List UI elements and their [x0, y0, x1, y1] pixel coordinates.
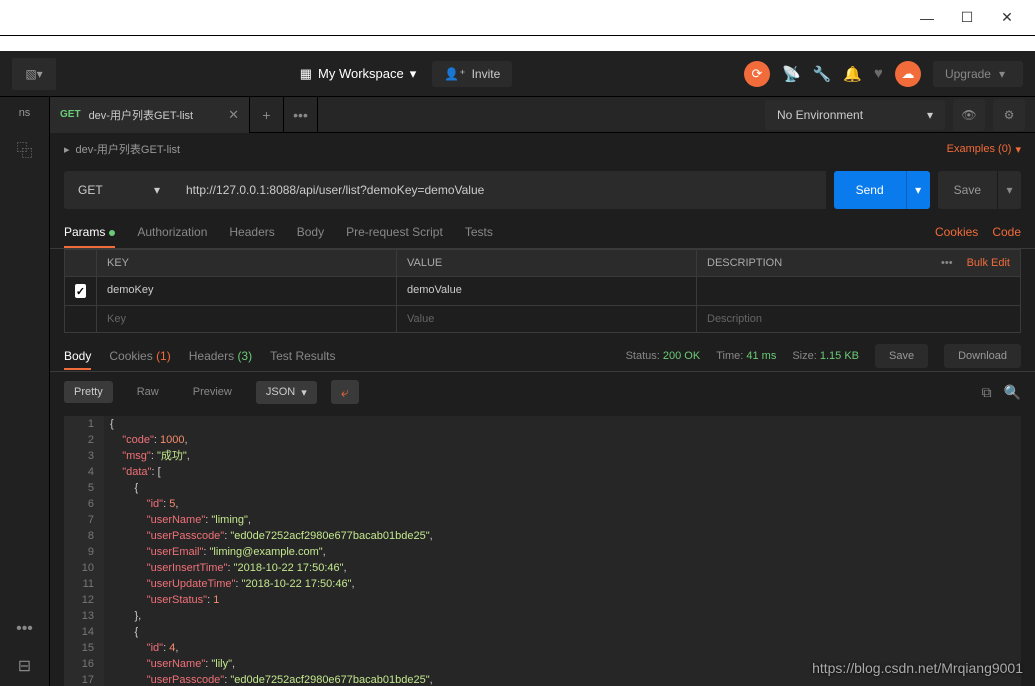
wrap-icon[interactable]: ⤶: [331, 380, 359, 404]
grid-icon: ▦: [300, 66, 312, 82]
params-table: KEY VALUE DESCRIPTION ••• Bulk Edit ✓ de…: [64, 249, 1021, 333]
search-icon[interactable]: 🔍: [1004, 384, 1021, 401]
col-description: DESCRIPTION: [707, 257, 782, 269]
workspace-selector[interactable]: ▦ My Workspace ▾: [288, 60, 429, 88]
param-value-input[interactable]: Value: [397, 306, 697, 332]
time-value: 41 ms: [746, 350, 776, 362]
plus-tab-icon: ▧▾: [25, 67, 42, 81]
environment-select[interactable]: No Environment ▾: [765, 100, 945, 130]
param-desc-input[interactable]: Description: [697, 306, 1020, 332]
window-titlebar: — ☐ ✕: [0, 0, 1035, 36]
code-link[interactable]: Code: [992, 225, 1021, 239]
table-row-new[interactable]: Key Value Description: [65, 306, 1020, 332]
new-dropdown[interactable]: ▧▾: [12, 58, 56, 90]
param-desc[interactable]: [697, 277, 1020, 305]
upgrade-button[interactable]: Upgrade ▾: [933, 61, 1023, 87]
view-row: Pretty Raw Preview JSON▾ ⤶ ⧉ 🔍: [50, 371, 1035, 412]
sync-icon[interactable]: ⟳: [744, 61, 770, 87]
watermark: https://blog.csdn.net/Mrqiang9001: [812, 660, 1023, 676]
download-button[interactable]: Download: [944, 344, 1021, 368]
resp-tab-body[interactable]: Body: [64, 343, 91, 369]
chevron-down-icon: ▾: [410, 66, 417, 82]
size-value: 1.15 KB: [820, 350, 859, 362]
view-raw[interactable]: Raw: [127, 381, 169, 403]
cookies-link[interactable]: Cookies: [935, 225, 978, 239]
tab-more-button[interactable]: •••: [284, 97, 318, 133]
more-icon[interactable]: •••: [941, 257, 953, 269]
topbar: ▧▾ ▦ My Workspace ▾ 👤⁺ Invite ⟳ 📡 🔧 🔔 ♥ …: [0, 51, 1035, 97]
request-tab[interactable]: GET dev-用户列表GET-list ✕: [50, 97, 250, 133]
status-value: 200 OK: [663, 350, 700, 362]
param-value[interactable]: demoValue: [397, 277, 697, 305]
format-select[interactable]: JSON▾: [256, 381, 317, 404]
examples-link[interactable]: Examples (0) ▾: [947, 143, 1021, 156]
method-select[interactable]: GET ▾: [64, 171, 174, 209]
param-key-input[interactable]: Key: [97, 306, 397, 332]
send-button[interactable]: Send: [834, 171, 906, 209]
tab-tests[interactable]: Tests: [465, 217, 493, 247]
view-preview[interactable]: Preview: [183, 381, 242, 403]
close-window-button[interactable]: ✕: [987, 4, 1027, 32]
minimize-button[interactable]: —: [907, 4, 947, 32]
tab-authorization[interactable]: Authorization: [137, 217, 207, 247]
settings-icon[interactable]: ⚙: [993, 99, 1025, 131]
save-dropdown[interactable]: ▾: [997, 171, 1021, 209]
tab-name: dev-用户列表GET-list: [89, 107, 194, 123]
chevron-down-icon: ▾: [1015, 143, 1021, 156]
save-button[interactable]: Save: [938, 171, 997, 209]
add-tab-button[interactable]: +: [250, 97, 284, 133]
sidebar: ns ⿻ ••• ⊟: [0, 97, 50, 686]
chevron-down-icon: ▾: [154, 183, 160, 197]
table-row[interactable]: ✓ demoKey demoValue: [65, 277, 1020, 306]
row-checkbox[interactable]: ✓: [75, 284, 86, 298]
col-value: VALUE: [397, 250, 697, 276]
tab-prerequest[interactable]: Pre-request Script: [346, 217, 443, 247]
tab-body[interactable]: Body: [297, 217, 324, 247]
tab-headers[interactable]: Headers: [229, 217, 274, 247]
resp-tab-headers[interactable]: Headers (3): [189, 343, 252, 369]
tabs-row: GET dev-用户列表GET-list ✕ + ••• No Environm…: [50, 97, 1035, 133]
response-body[interactable]: 1{2 "code": 1000,3 "msg": "成功",4 "data":…: [64, 416, 1021, 686]
chevron-down-icon: ▾: [927, 108, 933, 122]
tab-params[interactable]: Params: [64, 217, 115, 247]
heart-icon[interactable]: ♥: [874, 65, 883, 82]
breadcrumb: ▸ dev-用户列表GET-list Examples (0) ▾: [50, 133, 1035, 165]
copy-icon[interactable]: ⧉: [982, 384, 992, 401]
chevron-down-icon: ▾: [301, 386, 307, 399]
close-icon[interactable]: ✕: [228, 107, 239, 123]
workspace-name: My Workspace: [318, 66, 404, 81]
person-plus-icon: 👤⁺: [444, 67, 465, 81]
response-tabs: Body Cookies (1) Headers (3) Test Result…: [50, 333, 1035, 369]
avatar[interactable]: ☁: [895, 61, 921, 87]
response-save-button[interactable]: Save: [875, 344, 928, 368]
bulk-edit-link[interactable]: Bulk Edit: [967, 257, 1010, 269]
resp-tab-tests[interactable]: Test Results: [270, 343, 335, 369]
more-icon[interactable]: •••: [16, 620, 33, 638]
view-pretty[interactable]: Pretty: [64, 381, 113, 403]
url-input[interactable]: [174, 171, 826, 209]
expand-icon[interactable]: ⊟: [18, 656, 31, 676]
url-row: GET ▾ Send ▾ Save ▾: [50, 165, 1035, 215]
bell-icon[interactable]: 🔔: [843, 65, 862, 83]
resp-tab-cookies[interactable]: Cookies (1): [109, 343, 170, 369]
chevron-right-icon: ▸: [64, 143, 70, 156]
sidebar-label: ns: [19, 107, 31, 119]
invite-button[interactable]: 👤⁺ Invite: [432, 61, 512, 87]
send-dropdown[interactable]: ▾: [906, 171, 930, 209]
satellite-icon[interactable]: 📡: [782, 65, 801, 83]
request-subtabs: Params Authorization Headers Body Pre-re…: [50, 215, 1035, 249]
request-name: dev-用户列表GET-list: [76, 141, 181, 157]
maximize-button[interactable]: ☐: [947, 4, 987, 32]
env-preview-icon[interactable]: 👁: [953, 99, 985, 131]
new-tab-icon[interactable]: ⿻: [16, 137, 32, 161]
chevron-down-icon: ▾: [999, 67, 1005, 81]
param-key[interactable]: demoKey: [97, 277, 397, 305]
tab-method: GET: [60, 109, 81, 120]
wrench-icon[interactable]: 🔧: [813, 65, 832, 83]
active-dot-icon: [109, 230, 115, 236]
col-key: KEY: [97, 250, 397, 276]
